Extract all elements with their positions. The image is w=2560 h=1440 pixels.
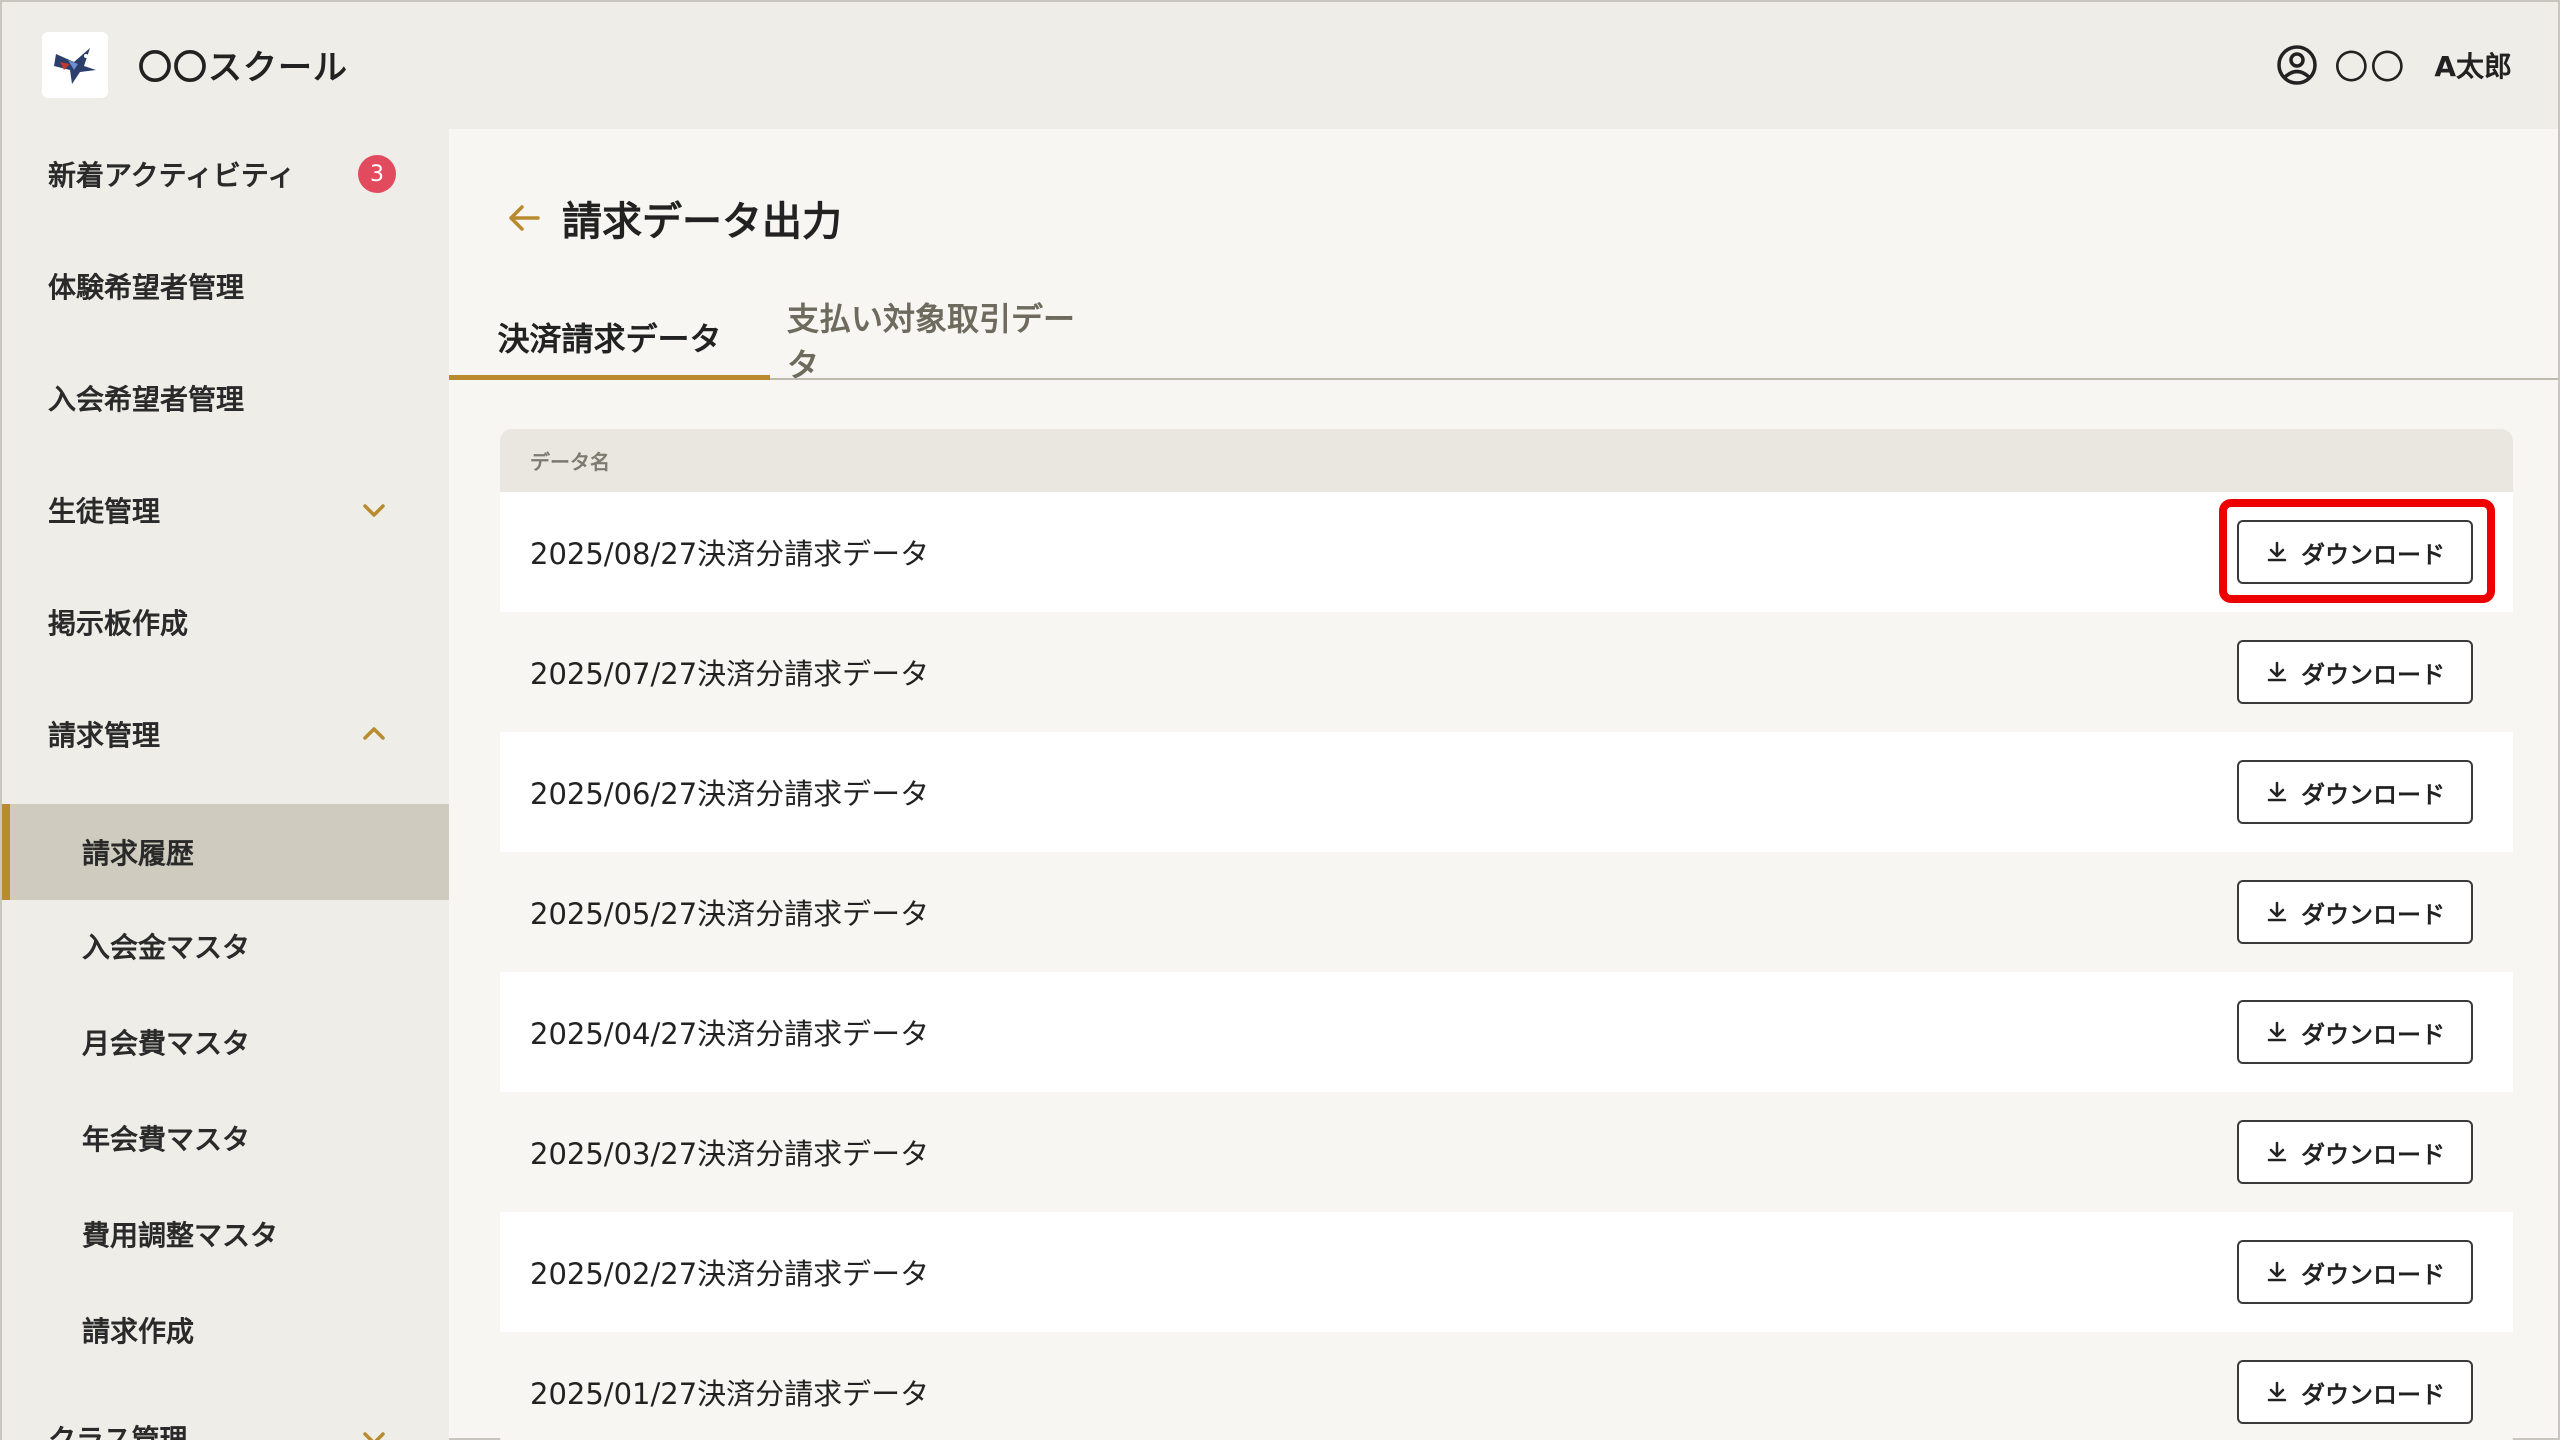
- app-header: 〇〇スクール 〇〇 A太郎: [2, 2, 2558, 129]
- download-label: ダウンロード: [2301, 1140, 2445, 1169]
- data-name-cell: 2025/03/27決済分請求データ: [530, 1137, 930, 1171]
- school-logo[interactable]: [42, 32, 108, 98]
- download-button[interactable]: ダウンロード: [2237, 1240, 2473, 1304]
- sidebar-item-label: 月会費マスタ: [82, 1027, 251, 1060]
- sidebar-item-label: 年会費マスタ: [82, 1123, 251, 1156]
- table-row: 2025/07/27決済分請求データ ダウンロード: [500, 612, 2513, 732]
- user-account-icon: [2277, 44, 2318, 85]
- table-row: 2025/02/27決済分請求データ ダウンロード: [500, 1212, 2513, 1332]
- sidebar-item-label: 入会希望者管理: [48, 383, 245, 416]
- download-icon: [2267, 661, 2287, 682]
- user-first-name: A太郎: [2434, 49, 2512, 83]
- data-name-cell: 2025/02/27決済分請求データ: [530, 1257, 930, 1291]
- table-row: 2025/04/27決済分請求データ ダウンロード: [500, 972, 2513, 1092]
- chevron-up-icon: [363, 727, 385, 740]
- sidebar-item-label: クラス管理: [48, 1423, 188, 1440]
- data-name-cell: 2025/01/27決済分請求データ: [530, 1377, 930, 1411]
- page-title: 請求データ出力: [562, 199, 842, 245]
- download-label: ダウンロード: [2301, 1380, 2445, 1409]
- sidebar: 新着アクティビティ 3 体験希望者管理 入会希望者管理 生徒管理 掲示板作成 請…: [2, 129, 449, 1440]
- sidebar-item-label: 掲示板作成: [48, 607, 189, 640]
- notification-badge: 3: [358, 155, 396, 193]
- tab-payment-billing-data[interactable]: 決済請求データ: [449, 299, 770, 380]
- billing-data-table: データ名 2025/08/27決済分請求データ ダウンロード 2025/07/2…: [500, 429, 2513, 1440]
- data-name-cell: 2025/07/27決済分請求データ: [530, 657, 930, 691]
- data-name-cell: 2025/05/27決済分請求データ: [530, 897, 930, 931]
- download-icon: [2267, 541, 2287, 562]
- table-row: 2025/06/27決済分請求データ ダウンロード: [500, 732, 2513, 852]
- download-icon: [2267, 1021, 2287, 1042]
- table-row: 2025/05/27決済分請求データ ダウンロード: [500, 852, 2513, 972]
- sidebar-item-label: 費用調整マスタ: [82, 1219, 279, 1252]
- download-icon: [2267, 901, 2287, 922]
- download-button[interactable]: ダウンロード: [2237, 760, 2473, 824]
- sidebar-item-label: 入会金マスタ: [82, 931, 251, 964]
- page-header: 請求データ出力: [504, 189, 842, 247]
- user-menu[interactable]: 〇〇 A太郎: [2276, 40, 2512, 89]
- data-name-cell: 2025/08/27決済分請求データ: [530, 537, 930, 571]
- download-label: ダウンロード: [2301, 660, 2445, 689]
- sidebar-item-billing-history[interactable]: 請求履歴: [2, 804, 449, 900]
- sidebar-item-label: 新着アクティビティ: [48, 159, 296, 192]
- table-header: データ名: [500, 429, 2513, 492]
- sidebar-item-enrollment-fee-master[interactable]: 入会金マスタ: [2, 901, 449, 991]
- table-row: 2025/03/27決済分請求データ ダウンロード: [500, 1092, 2513, 1212]
- download-button[interactable]: ダウンロード: [2237, 520, 2473, 584]
- sidebar-item-monthly-fee-master[interactable]: 月会費マスタ: [2, 997, 449, 1087]
- data-name-cell: 2025/06/27決済分請求データ: [530, 777, 930, 811]
- sidebar-item-create-bill[interactable]: 請求作成: [2, 1285, 449, 1375]
- table-row: 2025/08/27決済分請求データ ダウンロード: [500, 492, 2513, 612]
- download-icon: [2267, 1381, 2287, 1402]
- tab-payment-transaction-data[interactable]: 支払い対象取引データ: [787, 299, 1087, 384]
- download-icon: [2267, 1141, 2287, 1162]
- sidebar-item-billing[interactable]: 請求管理: [2, 689, 449, 779]
- download-button[interactable]: ダウンロード: [2237, 1120, 2473, 1184]
- tab-bar: 決済請求データ 支払い対象取引データ: [449, 299, 2558, 384]
- sidebar-item-label: 請求作成: [82, 1315, 195, 1348]
- sidebar-item-new-activity[interactable]: 新着アクティビティ 3: [2, 129, 449, 219]
- sidebar-item-label: 生徒管理: [48, 495, 161, 528]
- download-label: ダウンロード: [2301, 1020, 2445, 1049]
- user-last-name: 〇〇: [2334, 48, 2407, 88]
- data-name-cell: 2025/04/27決済分請求データ: [530, 1017, 930, 1051]
- download-label: ダウンロード: [2301, 1260, 2445, 1289]
- download-label: ダウンロード: [2301, 900, 2445, 929]
- table-row: 2025/01/27決済分請求データ ダウンロード: [500, 1332, 2513, 1440]
- main-content: 請求データ出力 決済請求データ 支払い対象取引データ データ名 2025/08/…: [449, 129, 2558, 1440]
- download-label: ダウンロード: [2301, 540, 2445, 569]
- sidebar-item-bulletin[interactable]: 掲示板作成: [2, 577, 449, 667]
- sidebar-item-classes[interactable]: クラス管理: [2, 1393, 449, 1440]
- chevron-down-icon: [363, 504, 385, 517]
- sidebar-item-label: 体験希望者管理: [48, 271, 245, 304]
- download-icon: [2267, 781, 2287, 802]
- download-button[interactable]: ダウンロード: [2237, 880, 2473, 944]
- sidebar-item-students[interactable]: 生徒管理: [2, 465, 449, 555]
- chevron-down-icon: [363, 1432, 385, 1440]
- sidebar-item-trial-applicants[interactable]: 体験希望者管理: [2, 241, 449, 331]
- sidebar-item-fee-adjustment-master[interactable]: 費用調整マスタ: [2, 1189, 449, 1279]
- download-button[interactable]: ダウンロード: [2237, 640, 2473, 704]
- sidebar-item-label: 請求管理: [48, 719, 161, 752]
- sidebar-item-enrollment-applicants[interactable]: 入会希望者管理: [2, 353, 449, 443]
- bird-logo-icon: [54, 48, 96, 84]
- sidebar-item-annual-fee-master[interactable]: 年会費マスタ: [2, 1093, 449, 1183]
- download-button[interactable]: ダウンロード: [2237, 1360, 2473, 1424]
- download-label: ダウンロード: [2301, 780, 2445, 809]
- download-icon: [2267, 1261, 2287, 1282]
- download-button[interactable]: ダウンロード: [2237, 1000, 2473, 1064]
- sidebar-item-label: 請求履歴: [82, 837, 195, 870]
- back-arrow-icon[interactable]: [504, 198, 544, 238]
- school-name: 〇〇スクール: [138, 48, 348, 88]
